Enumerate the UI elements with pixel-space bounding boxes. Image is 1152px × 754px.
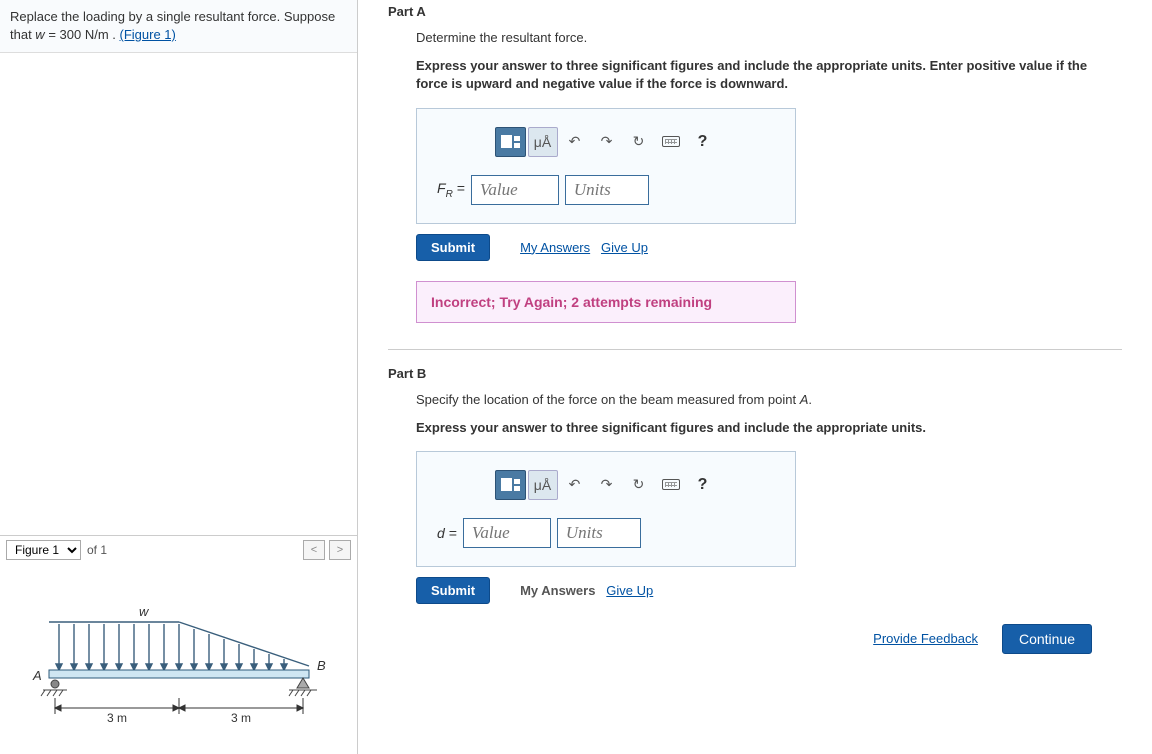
part-b-my-answers-text: My Answers <box>520 583 595 598</box>
figure-section: Figure 1 of 1 < > <box>0 535 357 754</box>
figure-of-label: of 1 <box>87 543 107 557</box>
left-panel: Replace the loading by a single resultan… <box>0 0 358 754</box>
divider <box>388 349 1122 350</box>
redo-button[interactable]: ↷ <box>592 470 622 500</box>
part-a-answer-box: μÅ ↶ ↷ ↻ ? FR = <box>416 108 796 224</box>
template-icon <box>501 135 520 148</box>
template-button[interactable] <box>495 470 526 500</box>
part-b-value-input[interactable] <box>463 518 551 548</box>
reset-button[interactable]: ↻ <box>624 470 654 500</box>
problem-text-suffix: . <box>112 27 119 42</box>
part-b-give-up-link[interactable]: Give Up <box>606 583 653 598</box>
figure-dim-right: 3 m <box>231 711 251 725</box>
figure-link[interactable]: (Figure 1) <box>120 27 176 42</box>
figure-next-button[interactable]: > <box>329 540 351 560</box>
part-b-links: My Answers Give Up <box>520 583 653 598</box>
part-a-links: My Answers Give Up <box>520 240 648 255</box>
keyboard-icon <box>662 136 680 147</box>
part-a-toolbar: μÅ ↶ ↷ ↻ ? <box>431 127 781 157</box>
units-mu-a-button[interactable]: μÅ <box>528 470 558 500</box>
figure-label-w: w <box>139 604 150 619</box>
template-button[interactable] <box>495 127 526 157</box>
help-button[interactable]: ? <box>688 470 718 500</box>
part-b-instruction-bold: Express your answer to three significant… <box>416 419 1122 437</box>
part-a-feedback: Incorrect; Try Again; 2 attempts remaini… <box>416 281 796 323</box>
part-a-value-input[interactable] <box>471 175 559 205</box>
keyboard-icon <box>662 479 680 490</box>
part-b-answer-box: μÅ ↶ ↷ ↻ ? d = <box>416 451 796 567</box>
figure-dim-left: 3 m <box>107 711 127 725</box>
part-a-units-input[interactable] <box>565 175 649 205</box>
part-a-instruction: Determine the resultant force. <box>416 29 1122 47</box>
figure-label-B: B <box>317 658 326 673</box>
part-b-instruction: Specify the location of the force on the… <box>416 391 1122 409</box>
problem-eq: = 300 N/m <box>48 27 108 42</box>
part-a-my-answers-link[interactable]: My Answers <box>520 240 590 255</box>
undo-button[interactable]: ↶ <box>560 127 590 157</box>
figure-header: Figure 1 of 1 < > <box>0 536 357 564</box>
keyboard-button[interactable] <box>656 470 686 500</box>
reset-button[interactable]: ↻ <box>624 127 654 157</box>
provide-feedback-link[interactable]: Provide Feedback <box>873 631 978 646</box>
figure-prev-button[interactable]: < <box>303 540 325 560</box>
part-a-submit-button[interactable]: Submit <box>416 234 490 261</box>
part-a-var-label: FR = <box>437 180 465 200</box>
part-a-give-up-link[interactable]: Give Up <box>601 240 648 255</box>
problem-statement: Replace the loading by a single resultan… <box>0 0 357 53</box>
template-icon <box>501 478 520 491</box>
continue-button[interactable]: Continue <box>1002 624 1092 654</box>
figure-label-A: A <box>32 668 42 683</box>
part-b-units-input[interactable] <box>557 518 641 548</box>
part-b-toolbar: μÅ ↶ ↷ ↻ ? <box>431 470 781 500</box>
figure-image: w A B 3 m <box>0 564 357 754</box>
problem-var: w <box>35 27 44 42</box>
redo-button[interactable]: ↷ <box>592 127 622 157</box>
right-panel: Part A Determine the resultant force. Ex… <box>358 0 1152 754</box>
part-a-instruction-bold: Express your answer to three significant… <box>416 57 1122 93</box>
figure-select[interactable]: Figure 1 <box>6 540 81 560</box>
part-b-var-label: d = <box>437 525 457 541</box>
part-a-title: Part A <box>388 4 1122 19</box>
keyboard-button[interactable] <box>656 127 686 157</box>
part-b-title: Part B <box>388 366 1122 381</box>
part-b-submit-button[interactable]: Submit <box>416 577 490 604</box>
help-button[interactable]: ? <box>688 127 718 157</box>
undo-button[interactable]: ↶ <box>560 470 590 500</box>
units-mu-a-button[interactable]: μÅ <box>528 127 558 157</box>
